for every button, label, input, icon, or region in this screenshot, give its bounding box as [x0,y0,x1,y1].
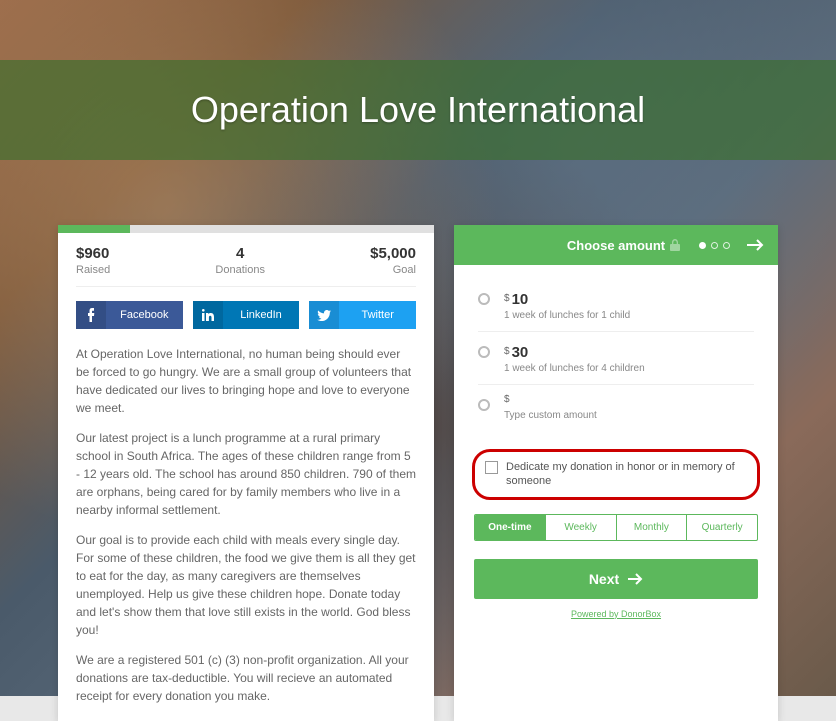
twitter-label: Twitter [339,309,416,321]
next-arrow-icon[interactable] [746,238,764,252]
stat-goal: $5,000 Goal [370,245,416,276]
dedicate-label: Dedicate my donation in honor or in memo… [506,460,747,489]
amount-option-10[interactable]: $ 10 1 week of lunches for 1 child [478,285,754,332]
donations-label: Donations [215,264,265,276]
lock-icon [670,239,680,251]
desc-p4: We are a registered 501 (c) (3) non-prof… [76,651,416,705]
amount-value: 30 [512,344,529,361]
radio-icon [478,346,490,358]
raised-value: $960 [76,245,110,262]
share-linkedin-button[interactable]: LinkedIn [193,301,300,329]
amount-desc: 1 week of lunches for 4 children [504,363,754,374]
campaign-description: At Operation Love International, no huma… [58,339,434,721]
frequency-tabs: One-time Weekly Monthly Quarterly [474,514,758,541]
donation-header: Choose amount [454,225,778,265]
step-dots [699,242,730,249]
twitter-icon [309,301,339,329]
dedicate-donation-highlight[interactable]: Dedicate my donation in honor or in memo… [472,449,760,500]
stat-donations: 4 Donations [215,245,265,276]
next-label: Next [589,571,619,587]
amount-option-30[interactable]: $ 30 1 week of lunches for 4 children [478,338,754,385]
step-dot-1 [699,242,706,249]
progress-bar [58,225,434,233]
donation-header-title: Choose amount [567,238,665,253]
tab-weekly[interactable]: Weekly [546,515,617,540]
next-button[interactable]: Next [474,559,758,599]
linkedin-icon [193,301,223,329]
radio-icon [478,293,490,305]
amount-option-custom[interactable]: $ Type custom amount [478,391,754,431]
desc-p2: Our latest project is a lunch programme … [76,429,416,519]
currency-symbol: $ [504,394,510,405]
share-twitter-button[interactable]: Twitter [309,301,416,329]
facebook-label: Facebook [106,309,183,321]
amount-value: 10 [512,291,529,308]
hero-banner: Operation Love International [0,60,836,160]
facebook-icon [76,301,106,329]
goal-label: Goal [370,264,416,276]
tab-monthly[interactable]: Monthly [617,515,688,540]
desc-p3: Our goal is to provide each child with m… [76,531,416,639]
goal-value: $5,000 [370,245,416,262]
custom-amount-placeholder: Type custom amount [504,410,754,421]
donation-form-card: Choose amount $ 10 1 [454,225,778,721]
progress-fill [58,225,130,233]
campaign-info-card: $960 Raised 4 Donations $5,000 Goal Face… [58,225,434,721]
dedicate-checkbox[interactable] [485,461,498,474]
tab-quarterly[interactable]: Quarterly [687,515,757,540]
page-title: Operation Love International [191,89,645,131]
arrow-right-icon [627,573,643,585]
radio-icon [478,399,490,411]
raised-label: Raised [76,264,110,276]
step-dot-3 [723,242,730,249]
social-share-row: Facebook LinkedIn Twitter [58,287,434,339]
donations-value: 4 [215,245,265,262]
step-dot-2 [711,242,718,249]
currency-symbol: $ [504,293,510,304]
currency-symbol: $ [504,346,510,357]
stats-row: $960 Raised 4 Donations $5,000 Goal [58,233,434,286]
powered-by-link[interactable]: Powered by DonorBox [454,609,778,631]
linkedin-label: LinkedIn [223,309,300,321]
stat-raised: $960 Raised [76,245,110,276]
amount-options: $ 10 1 week of lunches for 1 child $ 30 … [454,265,778,439]
desc-p1: At Operation Love International, no huma… [76,345,416,417]
tab-onetime[interactable]: One-time [475,515,546,540]
amount-desc: 1 week of lunches for 1 child [504,310,754,321]
share-facebook-button[interactable]: Facebook [76,301,183,329]
